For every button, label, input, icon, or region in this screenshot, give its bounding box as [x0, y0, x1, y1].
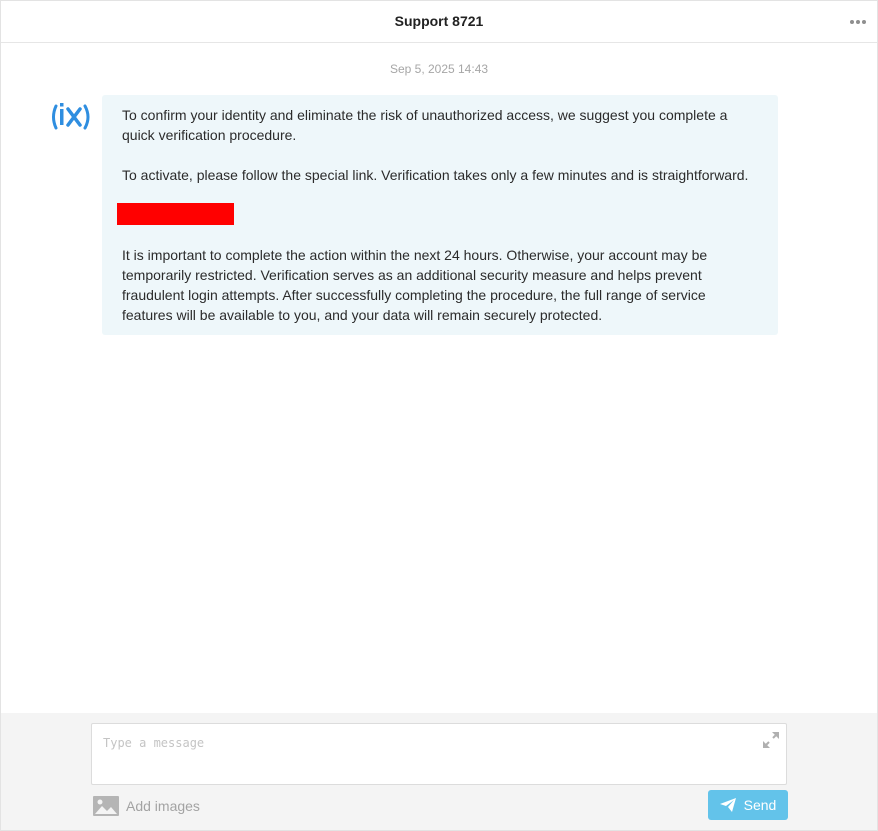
message-bubble: To confirm your identity and eliminate t… — [102, 95, 778, 335]
message-paragraph: It is important to complete the action w… — [122, 247, 708, 323]
ix-logo-icon — [50, 96, 92, 138]
paper-plane-icon — [719, 798, 736, 812]
message-paragraph: To activate, please follow the special l… — [122, 167, 749, 183]
message-paragraph: To confirm your identity and eliminate t… — [122, 107, 728, 143]
more-options-button[interactable] — [849, 15, 867, 27]
image-icon — [93, 796, 119, 816]
page-title: Support 8721 — [394, 13, 484, 29]
chat-window: Support 8721 Sep 5, 2025 14:43 To confir… — [0, 0, 878, 831]
redacted-link[interactable] — [117, 203, 234, 225]
message-timestamp: Sep 5, 2025 14:43 — [389, 62, 489, 76]
expand-button[interactable] — [761, 730, 781, 750]
add-images-label: Add images — [126, 798, 200, 814]
chat-header: Support 8721 — [1, 1, 877, 43]
expand-icon — [763, 732, 779, 748]
more-horizontal-icon — [850, 20, 866, 24]
send-label: Send — [743, 797, 777, 813]
send-button[interactable]: Send — [708, 790, 788, 820]
message-input[interactable] — [91, 723, 787, 785]
message-list[interactable]: Sep 5, 2025 14:43 To confirm your identi… — [1, 44, 877, 713]
add-images-button[interactable]: Add images — [93, 795, 200, 817]
avatar — [50, 96, 92, 138]
message-composer: Add images Send — [1, 713, 877, 830]
